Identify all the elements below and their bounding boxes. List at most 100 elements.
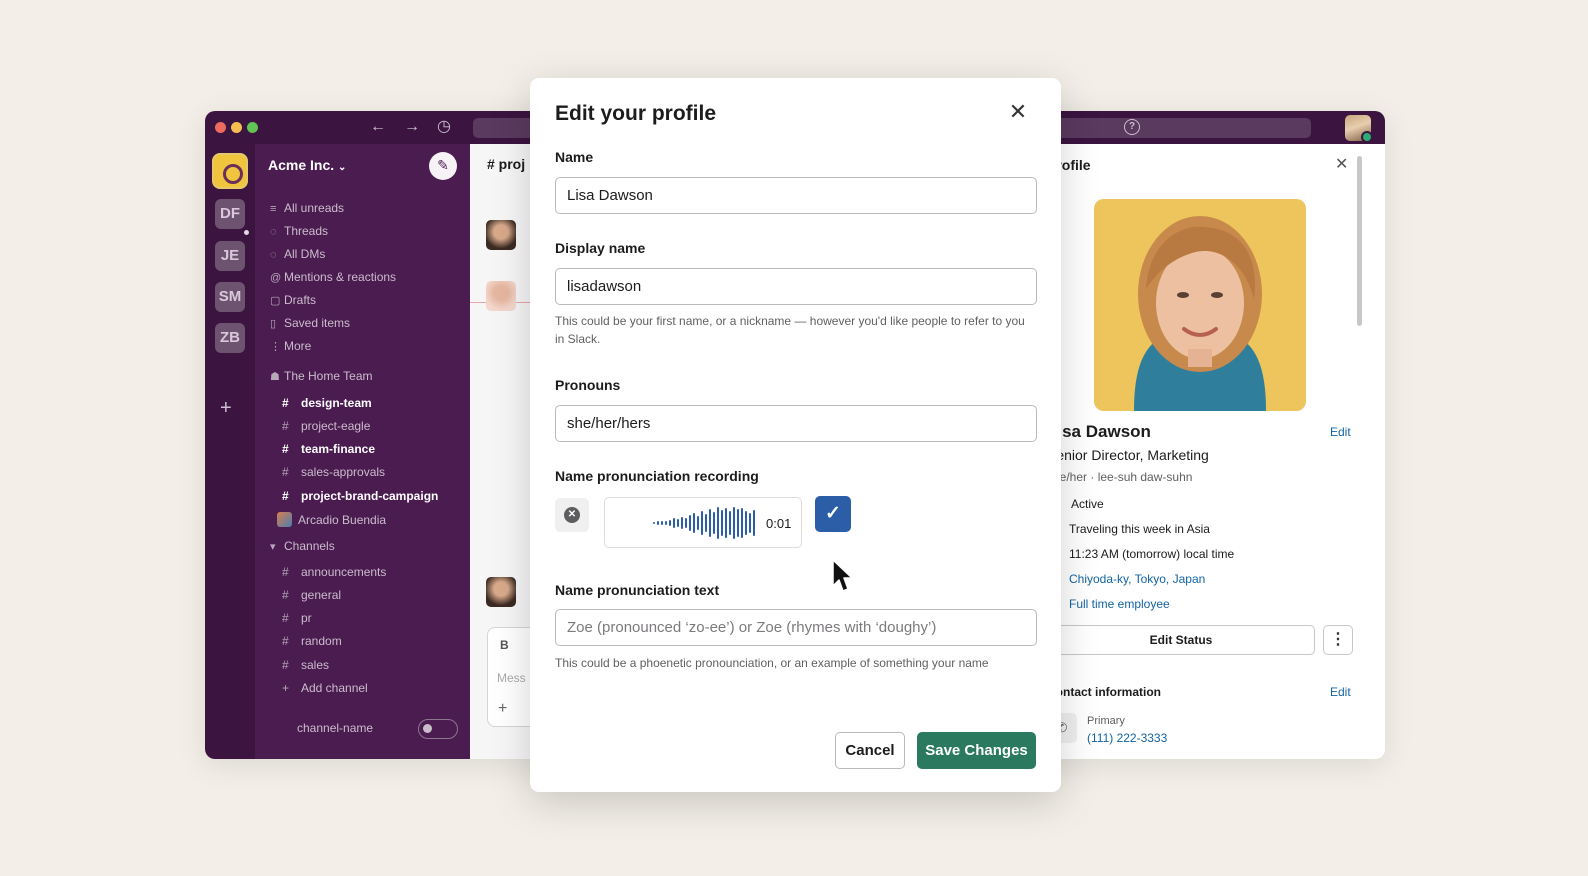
phone-label: Primary xyxy=(1087,715,1125,727)
profile-pronouns: she/her · lee-suh daw-suhn xyxy=(1047,470,1193,484)
channel-design-team[interactable]: # design-team xyxy=(282,396,372,410)
add-channel-button[interactable]: + Add channel xyxy=(282,681,368,695)
avatar[interactable] xyxy=(486,220,516,250)
attach-plus-icon[interactable]: + xyxy=(498,700,507,718)
edit-profile-dialog: Edit your profile ✕ Name Display name Th… xyxy=(530,78,1061,792)
help-icon[interactable]: ? xyxy=(1124,119,1140,135)
close-window-button[interactable] xyxy=(215,122,226,133)
channel-team-finance[interactable]: # team-finance xyxy=(282,442,375,456)
sidebar-item-all-unreads[interactable]: ≡ All unreads xyxy=(270,201,344,215)
section-channels[interactable]: ▾ Channels xyxy=(270,539,335,553)
workspace-rail: DF JE SM ZB + xyxy=(205,144,255,759)
pronouns-label: Pronouns xyxy=(555,377,621,393)
dm-arcadio-buendia[interactable]: Arcadio Buendia xyxy=(277,512,386,527)
location-link[interactable]: ▤Chiyoda-ky, Tokyo, Japan xyxy=(1047,572,1205,586)
waveform-icon xyxy=(653,507,755,539)
workspace-je[interactable]: JE xyxy=(215,241,245,271)
workspace-df[interactable]: DF xyxy=(215,199,245,229)
local-time: ◷11:23 AM (tomorrow) local time xyxy=(1047,547,1234,561)
pronunciation-text-label: Name pronunciation text xyxy=(555,582,720,598)
delete-recording-button[interactable]: ✕ xyxy=(555,498,589,532)
profile-pane: Profile ✕ Lisa Dawson Edit Senior Direct… xyxy=(1045,144,1385,759)
compose-icon[interactable]: ✎ xyxy=(429,152,457,180)
avatar[interactable] xyxy=(486,577,516,607)
zoom-window-button[interactable] xyxy=(247,122,258,133)
dialog-title: Edit your profile xyxy=(555,102,717,125)
workspace-acme-icon[interactable] xyxy=(212,153,248,189)
pronouns-field[interactable] xyxy=(555,405,1037,442)
drafts-icon: ▢ xyxy=(270,295,281,307)
pronunciation-text-field[interactable] xyxy=(555,609,1037,646)
recording-label: Name pronunciation recording xyxy=(555,468,759,484)
avatar xyxy=(277,512,292,527)
name-field[interactable] xyxy=(555,177,1037,214)
profile-name: Lisa Dawson xyxy=(1047,422,1151,441)
plus-icon: + xyxy=(282,681,290,695)
more-icon: ⋮ xyxy=(270,341,281,353)
recording-player[interactable]: 0:01 xyxy=(604,497,802,548)
status-travel: ✈Traveling this week in Asia xyxy=(1047,522,1210,536)
channel-header[interactable]: # proj xyxy=(487,156,525,172)
phone-number-link[interactable]: (111) 222-3333 xyxy=(1087,731,1167,745)
channel-sales[interactable]: # sales xyxy=(282,658,329,672)
list-icon: ≡ xyxy=(270,203,277,215)
sidebar-item-saved[interactable]: ▯ Saved items xyxy=(270,316,350,330)
bookmark-icon: ▯ xyxy=(270,318,277,330)
workspace-name[interactable]: Acme Inc. ⌄ xyxy=(268,157,346,173)
employment-link[interactable]: ♙Full time employee xyxy=(1047,597,1170,611)
add-workspace-icon[interactable]: + xyxy=(220,397,232,420)
team-emoji-icon: ☗ xyxy=(270,371,280,383)
forward-arrow-icon[interactable]: → xyxy=(404,118,420,136)
checkmark-icon: ✓ xyxy=(825,503,841,524)
save-changes-button[interactable]: Save Changes xyxy=(917,732,1036,769)
edit-status-button[interactable]: Edit Status xyxy=(1047,625,1315,655)
sidebar-item-threads[interactable]: ◌ Threads xyxy=(270,224,328,238)
channel-project-eagle[interactable]: # project-eagle xyxy=(282,419,370,433)
sidebar-item-all-dms[interactable]: ◌ All DMs xyxy=(270,247,325,261)
channel-project-brand-campaign[interactable]: # project-brand-campaign xyxy=(282,489,438,503)
channel-random[interactable]: # random xyxy=(282,634,342,648)
sidebar-item-more[interactable]: ⋮ More xyxy=(270,339,311,353)
footer-channel-name: channel-name xyxy=(297,721,374,735)
threads-icon: ◌ xyxy=(270,226,277,238)
at-icon: @ xyxy=(270,272,282,284)
recording-duration: 0:01 xyxy=(766,516,792,531)
confirm-recording-button[interactable]: ✓ xyxy=(815,496,851,532)
bold-format-button[interactable]: B xyxy=(500,638,509,652)
channel-general[interactable]: # general xyxy=(282,588,341,602)
cancel-button[interactable]: Cancel xyxy=(835,732,905,769)
profile-photo xyxy=(1094,199,1306,411)
contact-title: Contact information xyxy=(1047,685,1161,699)
scrollbar[interactable] xyxy=(1357,156,1362,326)
user-avatar[interactable] xyxy=(1345,115,1373,143)
sidebar-item-drafts[interactable]: ▢ Drafts xyxy=(270,293,316,307)
huddle-toggle[interactable] xyxy=(418,719,458,739)
sidebar-item-mentions[interactable]: @ Mentions & reactions xyxy=(270,270,396,284)
history-clock-icon[interactable]: ◷ xyxy=(437,118,451,136)
minimize-window-button[interactable] xyxy=(231,122,242,133)
workspace-zb[interactable]: ZB xyxy=(215,323,245,353)
edit-contact-link[interactable]: Edit xyxy=(1330,685,1351,699)
close-circle-icon: ✕ xyxy=(564,507,580,523)
notification-dot xyxy=(242,228,251,237)
dms-icon: ◌ xyxy=(270,249,277,261)
edit-profile-link[interactable]: Edit xyxy=(1330,425,1351,439)
channel-pr[interactable]: # pr xyxy=(282,611,312,625)
name-label: Name xyxy=(555,149,594,165)
pronunciation-text-hint: This could be a phoenetic pronounciation… xyxy=(555,656,989,670)
close-icon[interactable]: ✕ xyxy=(1005,99,1031,125)
channel-sales-approvals[interactable]: # sales-approvals xyxy=(282,465,385,479)
display-name-field[interactable] xyxy=(555,268,1037,305)
mouse-cursor-icon xyxy=(832,559,853,592)
close-icon[interactable]: ✕ xyxy=(1335,154,1348,174)
back-arrow-icon[interactable]: ← xyxy=(370,118,386,136)
workspace-sm[interactable]: SM xyxy=(215,282,245,312)
avatar[interactable] xyxy=(486,281,516,311)
channel-announcements[interactable]: # announcements xyxy=(282,565,386,579)
section-home-team[interactable]: ☗ The Home Team xyxy=(270,369,372,383)
more-actions-icon[interactable]: ⋮ xyxy=(1323,625,1353,655)
sidebar: Acme Inc. ⌄ ✎ ≡ All unreads ◌ Threads ◌ All… xyxy=(255,144,470,759)
caret-down-icon: ▾ xyxy=(270,541,276,553)
profile-role: Senior Director, Marketing xyxy=(1047,447,1209,463)
display-name-hint: This could be your first name, or a nick… xyxy=(555,314,1025,346)
